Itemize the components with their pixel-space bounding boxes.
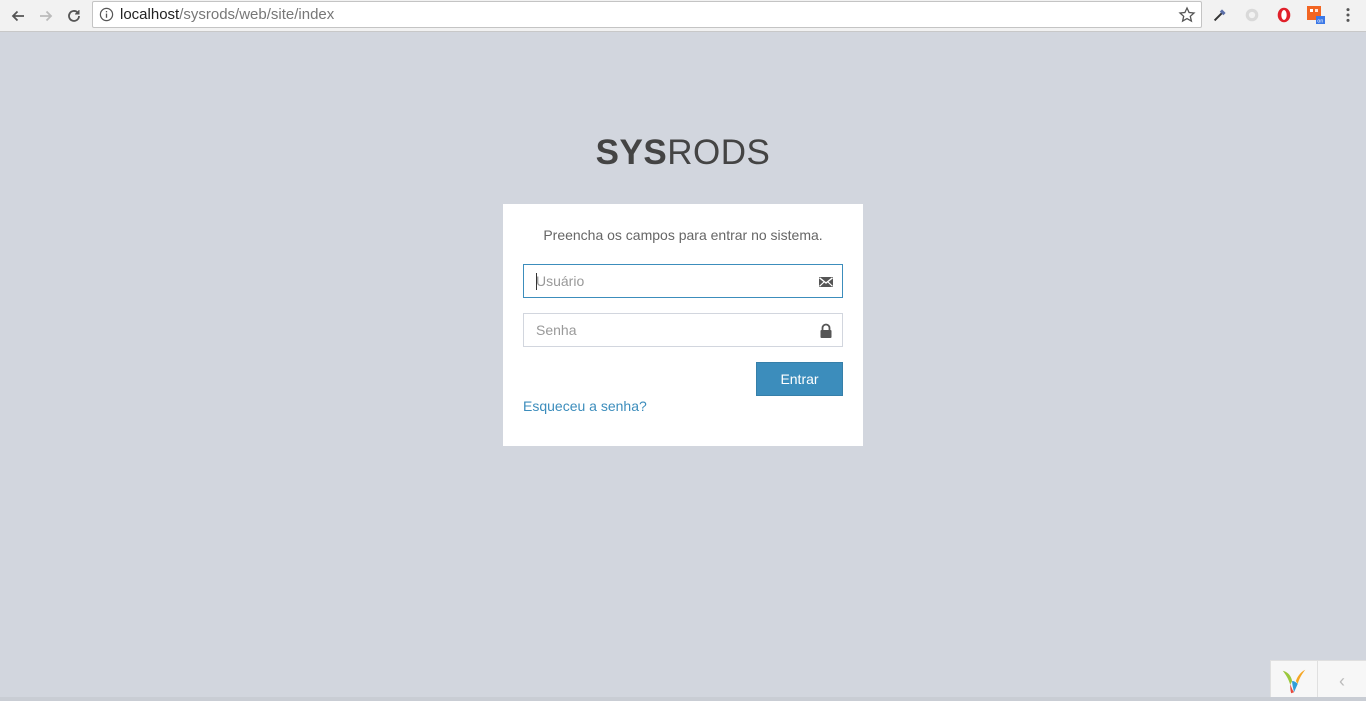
yii-logo-icon (1282, 669, 1306, 694)
debug-toolbar-logo-button[interactable] (1271, 661, 1318, 701)
password-input[interactable] (524, 314, 842, 346)
extension-on-icon: on (1307, 6, 1325, 25)
username-field[interactable] (523, 264, 843, 298)
svg-text:on: on (1317, 19, 1323, 25)
star-icon[interactable] (1178, 6, 1196, 24)
extension-on-button[interactable]: on (1306, 5, 1326, 25)
brand-light: RODS (667, 133, 771, 172)
reload-button[interactable] (62, 4, 86, 28)
password-field[interactable] (523, 313, 843, 347)
forgot-password-link[interactable]: Esqueceu a senha? (523, 398, 647, 414)
reload-icon (68, 10, 80, 22)
envelope-icon (819, 277, 833, 287)
brand-bold: SYS (595, 133, 668, 172)
login-box: Preencha os campos para entrar no sistem… (503, 204, 863, 446)
debug-toolbar-toggle[interactable]: ‹ (1318, 661, 1366, 701)
url-host: localhost (120, 6, 180, 23)
forward-button[interactable] (34, 4, 58, 28)
login-message: Preencha os campos para entrar no sistem… (543, 227, 823, 243)
text-caret (536, 273, 537, 290)
url-path: /sysrods/web/site/index (179, 6, 335, 23)
back-arrow-icon (11, 10, 24, 22)
extension-button[interactable] (1242, 5, 1262, 25)
username-input[interactable] (524, 265, 842, 297)
forward-arrow-icon (40, 10, 53, 22)
back-button[interactable] (6, 4, 30, 28)
lock-icon (820, 323, 832, 338)
menu-icon (1346, 8, 1350, 22)
browser-menu-button[interactable] (1338, 5, 1358, 25)
opera-icon (1277, 7, 1291, 23)
submit-button[interactable]: Entrar (756, 362, 843, 396)
debug-toolbar: ‹ (1270, 660, 1366, 701)
browser-toolbar: localhost/sysrods/web/site/index on (0, 0, 1366, 32)
address-bar[interactable]: localhost/sysrods/web/site/index (92, 1, 1202, 28)
url-text: localhost/sysrods/web/site/index (120, 6, 334, 23)
eyedropper-icon (1213, 9, 1226, 22)
opera-extension[interactable] (1274, 5, 1294, 25)
extension-icon (1245, 8, 1259, 22)
brand-logo[interactable]: SYSRODS (0, 133, 1366, 173)
info-icon[interactable] (99, 7, 114, 22)
eyedropper-extension[interactable] (1210, 5, 1230, 25)
bottom-strip (0, 697, 1366, 701)
